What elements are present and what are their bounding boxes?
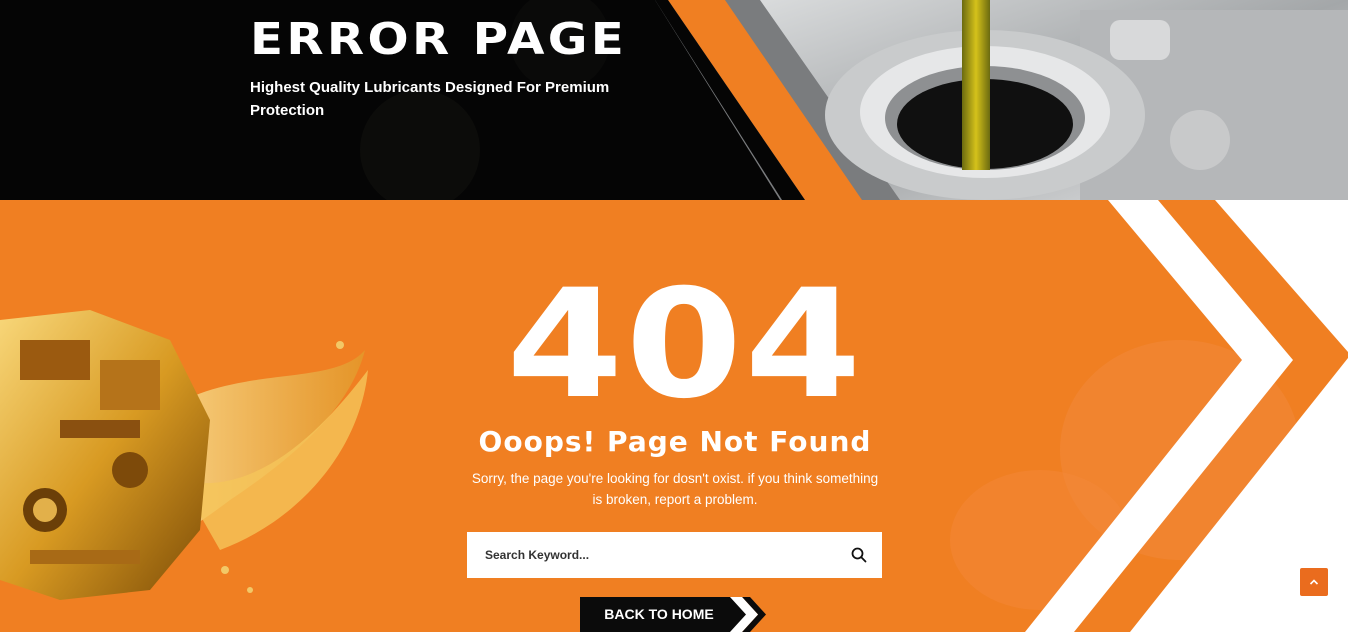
- search-form: [467, 532, 882, 578]
- error-message: Sorry, the page you're looking for dosn'…: [471, 471, 879, 507]
- engine-oil-splash-image: [0, 310, 368, 600]
- oil-pouring-photo: [0, 0, 1348, 200]
- back-to-home-button[interactable]: BACK TO HOME: [580, 597, 770, 632]
- search-input[interactable]: [467, 533, 836, 577]
- page-subtitle: Highest Quality Lubricants Designed For …: [250, 79, 610, 119]
- chevron-up-icon: [1309, 579, 1319, 585]
- error-section: 404 Ooops! Page Not Found Sorry, the pag…: [0, 200, 1348, 632]
- hero-banner: ERROR PAGE Highest Quality Lubricants De…: [0, 0, 1348, 200]
- scroll-to-top-button[interactable]: [1300, 568, 1328, 596]
- search-button[interactable]: [836, 532, 882, 578]
- error-code: 404: [506, 258, 864, 432]
- page-title: ERROR PAGE: [250, 14, 628, 65]
- search-icon: [851, 547, 867, 563]
- error-heading: Ooops! Page Not Found: [478, 425, 872, 458]
- back-to-home-label: BACK TO HOME: [604, 606, 714, 622]
